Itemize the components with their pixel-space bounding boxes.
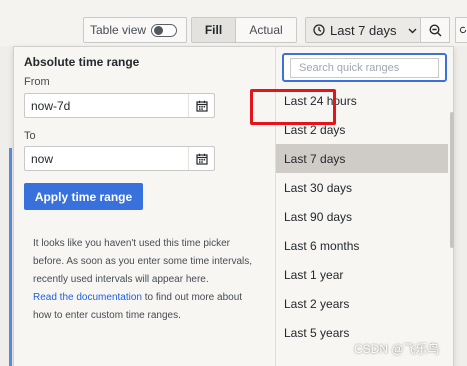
- zoom-out-button[interactable]: [421, 17, 450, 43]
- watermark: CSDN @飞乐鸟: [354, 342, 440, 356]
- to-field: [24, 146, 215, 171]
- apply-time-range-button[interactable]: Apply time range: [24, 183, 143, 210]
- clock-icon: [313, 24, 325, 36]
- from-label: From: [24, 76, 50, 88]
- quick-range-last-6-months[interactable]: Last 6 months: [276, 231, 448, 260]
- refresh-button[interactable]: [455, 17, 467, 43]
- table-view-label: Table view: [90, 23, 147, 37]
- to-calendar-button[interactable]: [188, 147, 214, 170]
- help-message: It looks like you haven't used this time…: [33, 238, 252, 285]
- fill-actual-switch: Fill Actual: [191, 17, 297, 43]
- scrollbar-thumb[interactable]: [450, 112, 454, 248]
- quick-range-last-1-year[interactable]: Last 1 year: [276, 260, 448, 289]
- search-field: [290, 57, 441, 78]
- search-input[interactable]: [299, 61, 441, 74]
- table-view-toggle[interactable]: Table view: [83, 17, 187, 43]
- quick-ranges-scrollbar[interactable]: [448, 86, 456, 366]
- quick-range-search: [282, 53, 447, 82]
- help-text: It looks like you haven't used this time…: [33, 235, 258, 325]
- quick-ranges-list: Last 24 hours Last 2 days Last 7 days La…: [276, 86, 448, 347]
- toolbar: Table view Fill Actual Last 7 days: [0, 0, 467, 46]
- calendar-icon: [195, 153, 208, 165]
- calendar-icon: [195, 100, 208, 112]
- absolute-time-range-title: Absolute time range: [24, 55, 140, 69]
- panel-accent-bar: [9, 148, 12, 366]
- quick-range-last-2-years[interactable]: Last 2 years: [276, 289, 448, 318]
- time-range-label: Last 7 days: [330, 22, 397, 38]
- quick-range-last-30-days[interactable]: Last 30 days: [276, 173, 448, 202]
- chevron-down-icon: [408, 28, 416, 33]
- fill-button[interactable]: Fill: [192, 18, 236, 42]
- quick-range-last-24-hours[interactable]: Last 24 hours: [276, 86, 448, 115]
- documentation-link[interactable]: Read the documentation: [33, 292, 142, 303]
- time-range-button[interactable]: Last 7 days: [305, 17, 421, 43]
- from-field: [24, 93, 215, 118]
- to-label: To: [24, 130, 36, 142]
- zoom-out-icon: [428, 23, 441, 36]
- quick-ranges-section: Last 24 hours Last 2 days Last 7 days La…: [275, 47, 455, 366]
- toggle-knob: [154, 26, 163, 35]
- quick-range-last-7-days[interactable]: Last 7 days: [276, 144, 448, 173]
- from-calendar-button[interactable]: [188, 94, 214, 117]
- actual-button[interactable]: Actual: [236, 18, 296, 42]
- from-input[interactable]: [25, 94, 188, 117]
- absolute-time-range-section: Absolute time range From To: [14, 47, 275, 366]
- refresh-icon: [459, 26, 467, 34]
- toggle-switch[interactable]: [151, 24, 177, 37]
- to-input[interactable]: [25, 147, 188, 170]
- quick-range-last-90-days[interactable]: Last 90 days: [276, 202, 448, 231]
- time-picker-dropdown: Absolute time range From To: [13, 46, 454, 366]
- quick-range-last-2-days[interactable]: Last 2 days: [276, 115, 448, 144]
